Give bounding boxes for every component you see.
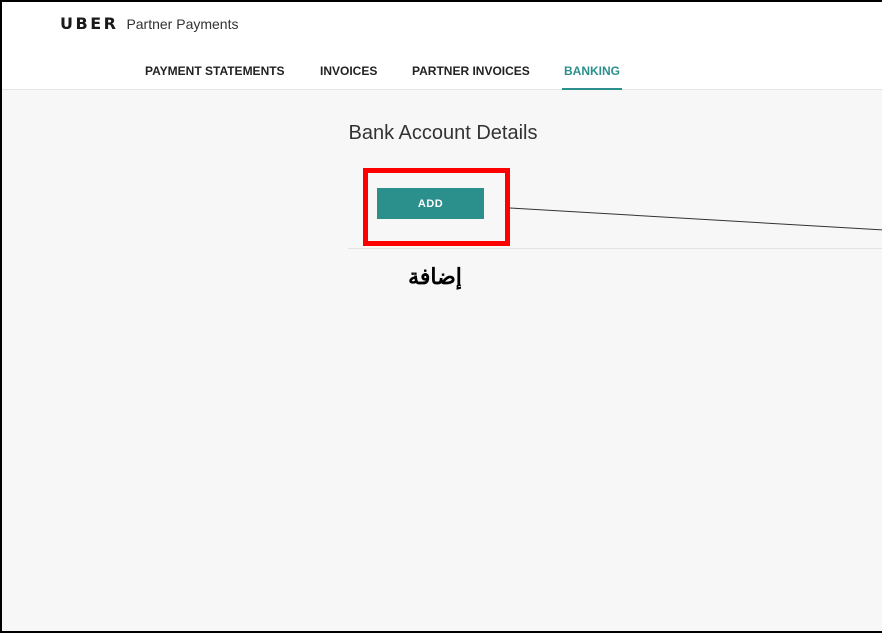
arabic-annotation-label: إضافة [408, 264, 462, 289]
screenshot-frame: UBER Partner Payments PAYMENT STATEMENTS… [0, 0, 882, 633]
callout-line [509, 207, 882, 231]
callout-line-stroke [509, 207, 882, 231]
